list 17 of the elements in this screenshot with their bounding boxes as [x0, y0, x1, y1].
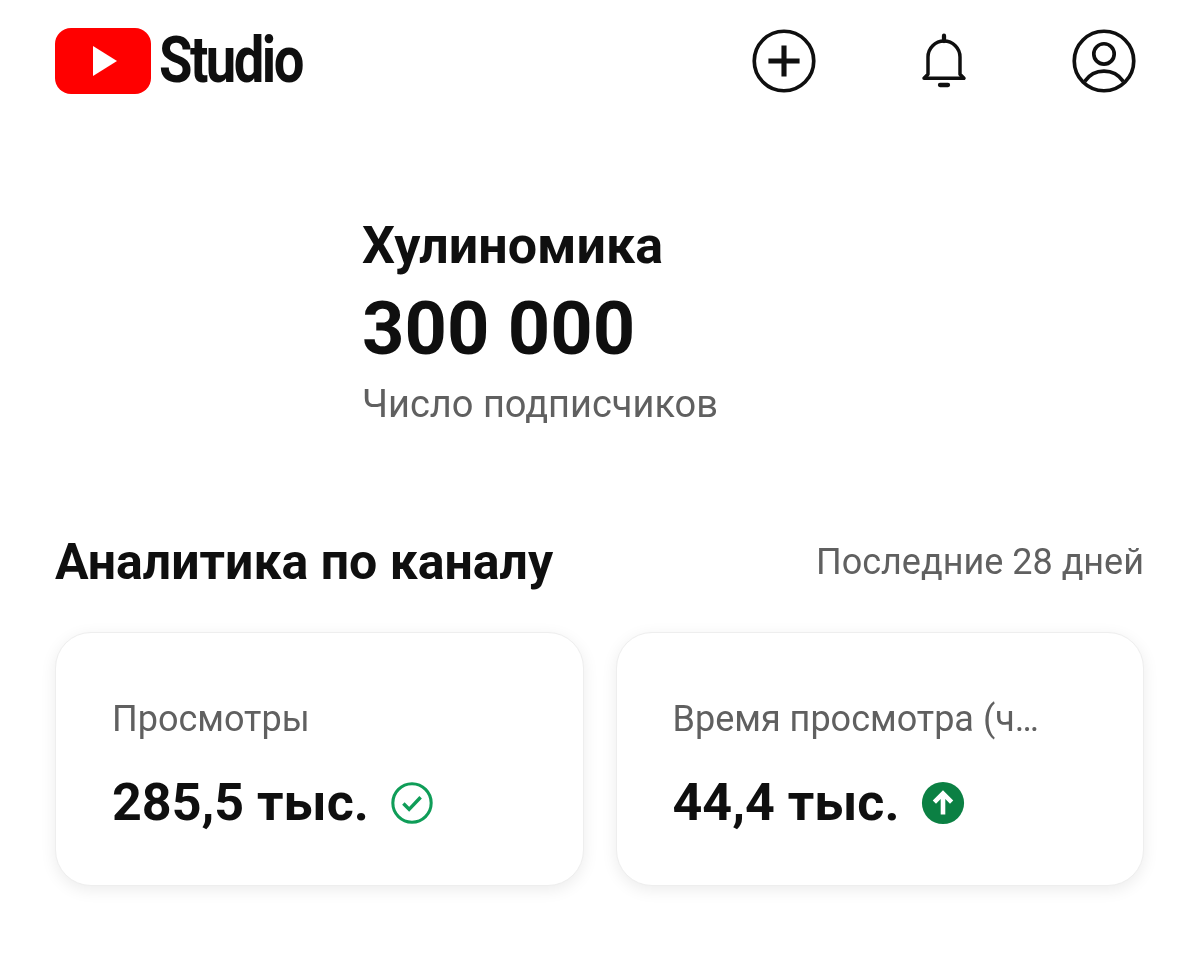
metric-value: 285,5 тыс. — [112, 773, 369, 833]
section-title: Аналитика по каналу — [55, 532, 554, 592]
channel-name: Хулиномика — [362, 214, 664, 278]
create-button[interactable] — [749, 26, 819, 96]
metric-label: Просмотры — [112, 697, 310, 741]
metric-label: Время просмотра (ч… — [672, 697, 1039, 741]
subscriber-count: 300 000 — [362, 284, 636, 374]
period-label: Последние 28 дней — [816, 540, 1144, 584]
metric-card[interactable]: Просмотры 285,5 тыс. — [55, 632, 584, 886]
arrow-up-circle-icon — [919, 780, 966, 826]
play-logo-icon — [55, 28, 151, 94]
logo-text: Studio — [159, 29, 302, 93]
account-button[interactable] — [1069, 26, 1139, 96]
metric-card[interactable]: Время просмотра (ч… 44,4 тыс. — [615, 632, 1144, 886]
subscriber-label: Число подписчиков — [362, 381, 718, 428]
check-circle-icon — [388, 780, 435, 826]
metric-value: 44,4 тыс. — [672, 773, 900, 833]
